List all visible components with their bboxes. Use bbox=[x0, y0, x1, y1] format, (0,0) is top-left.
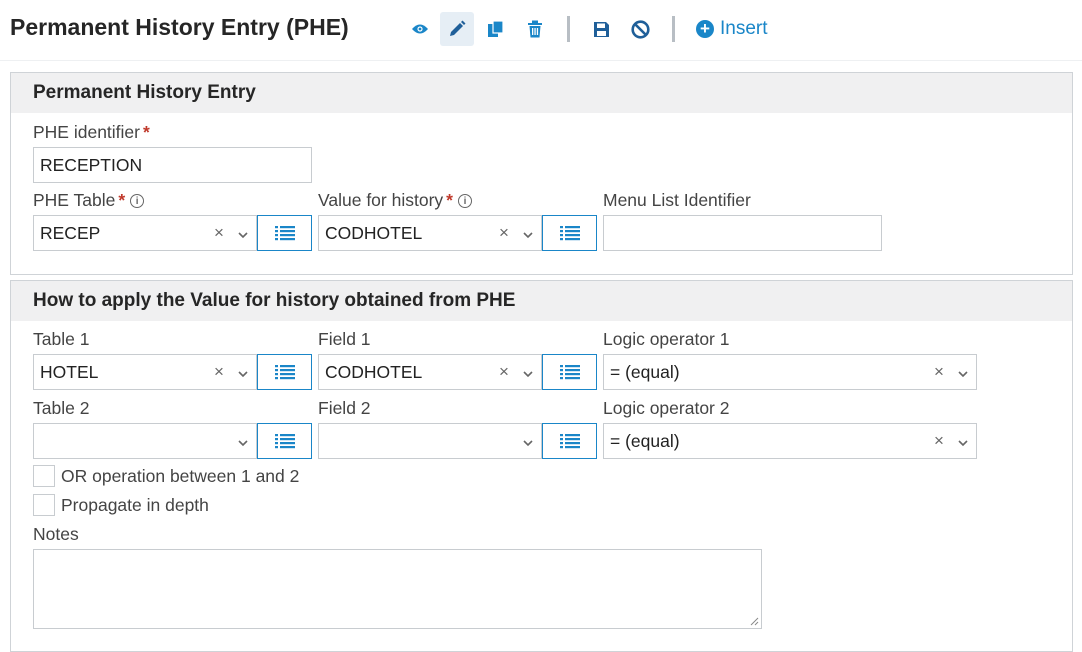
save-button[interactable] bbox=[584, 12, 618, 46]
value-for-history-list-button[interactable] bbox=[542, 215, 597, 251]
logic-operator1-label: Logic operator 1 bbox=[603, 329, 730, 349]
copy-icon bbox=[488, 20, 504, 37]
chevron-down-icon[interactable] bbox=[950, 362, 976, 383]
value-for-history-label: Value for history * i bbox=[318, 190, 472, 211]
or-operation-checkbox[interactable] bbox=[33, 465, 55, 487]
logic-operator1-select[interactable]: = (equal) × bbox=[603, 354, 977, 390]
section-title: Permanent History Entry bbox=[11, 73, 1072, 113]
delete-button[interactable] bbox=[518, 12, 552, 46]
header-divider bbox=[0, 60, 1082, 61]
insert-label: Insert bbox=[720, 18, 768, 39]
table1-label: Table 1 bbox=[33, 329, 90, 349]
table2-label: Table 2 bbox=[33, 398, 90, 418]
clear-icon[interactable]: × bbox=[208, 362, 230, 382]
field1-list-button[interactable] bbox=[542, 354, 597, 390]
insert-button[interactable]: + Insert bbox=[696, 17, 768, 41]
pencil-icon bbox=[450, 20, 466, 36]
field1-label: Field 1 bbox=[318, 329, 371, 349]
clear-icon[interactable]: × bbox=[928, 362, 950, 382]
menu-list-identifier-label: Menu List Identifier bbox=[603, 190, 751, 210]
chevron-down-icon[interactable] bbox=[950, 431, 976, 452]
chevron-down-icon[interactable] bbox=[230, 362, 256, 383]
view-button[interactable] bbox=[403, 12, 437, 46]
chevron-down-icon[interactable] bbox=[515, 223, 541, 244]
list-icon bbox=[559, 365, 580, 380]
clear-icon[interactable]: × bbox=[208, 223, 230, 243]
clear-icon[interactable]: × bbox=[928, 431, 950, 451]
phe-table-list-button[interactable] bbox=[257, 215, 312, 251]
trash-icon bbox=[528, 20, 542, 38]
copy-button[interactable] bbox=[479, 12, 513, 46]
field2-list-button[interactable] bbox=[542, 423, 597, 459]
value-for-history-select[interactable]: CODHOTEL × bbox=[318, 215, 542, 251]
plus-circle-icon: + bbox=[696, 20, 714, 38]
menu-list-identifier-input[interactable] bbox=[603, 215, 882, 251]
save-icon bbox=[593, 21, 609, 37]
field2-label: Field 2 bbox=[318, 398, 371, 418]
phe-identifier-label: PHE identifier * bbox=[33, 122, 150, 142]
propagate-checkbox[interactable] bbox=[33, 494, 55, 516]
list-icon bbox=[274, 434, 295, 449]
chevron-down-icon[interactable] bbox=[230, 223, 256, 244]
table1-list-button[interactable] bbox=[257, 354, 312, 390]
list-icon bbox=[274, 365, 295, 380]
phe-table-label: PHE Table * i bbox=[33, 190, 145, 211]
edit-button[interactable] bbox=[440, 12, 474, 46]
propagate-label: Propagate in depth bbox=[61, 495, 209, 515]
section-title: How to apply the Value for history obtai… bbox=[11, 281, 1072, 321]
toolbar-divider bbox=[567, 16, 570, 42]
toolbar-divider bbox=[672, 16, 675, 42]
table1-select[interactable]: HOTEL × bbox=[33, 354, 257, 390]
table2-select[interactable] bbox=[33, 423, 257, 459]
resize-handle-icon[interactable] bbox=[749, 616, 759, 626]
logic-operator2-label: Logic operator 2 bbox=[603, 398, 730, 418]
chevron-down-icon[interactable] bbox=[515, 362, 541, 383]
clear-icon[interactable]: × bbox=[493, 362, 515, 382]
field1-select[interactable]: CODHOTEL × bbox=[318, 354, 542, 390]
cancel-icon bbox=[630, 19, 650, 39]
logic-operator2-select[interactable]: = (equal) × bbox=[603, 423, 977, 459]
eye-icon bbox=[412, 24, 428, 34]
list-icon bbox=[559, 434, 580, 449]
phe-identifier-input[interactable]: RECEPTION bbox=[33, 147, 312, 183]
notes-label: Notes bbox=[33, 524, 79, 544]
phe-table-select[interactable]: RECEP × bbox=[33, 215, 257, 251]
chevron-down-icon[interactable] bbox=[515, 431, 541, 452]
table2-list-button[interactable] bbox=[257, 423, 312, 459]
cancel-button[interactable] bbox=[623, 12, 657, 46]
info-icon[interactable]: i bbox=[130, 193, 145, 208]
info-icon[interactable]: i bbox=[457, 193, 472, 208]
list-icon bbox=[274, 226, 295, 241]
or-operation-label: OR operation between 1 and 2 bbox=[61, 466, 300, 486]
page-title: Permanent History Entry (PHE) bbox=[10, 14, 349, 40]
chevron-down-icon[interactable] bbox=[230, 431, 256, 452]
field2-select[interactable] bbox=[318, 423, 542, 459]
notes-textarea[interactable] bbox=[33, 549, 762, 629]
clear-icon[interactable]: × bbox=[493, 223, 515, 243]
list-icon bbox=[559, 226, 580, 241]
